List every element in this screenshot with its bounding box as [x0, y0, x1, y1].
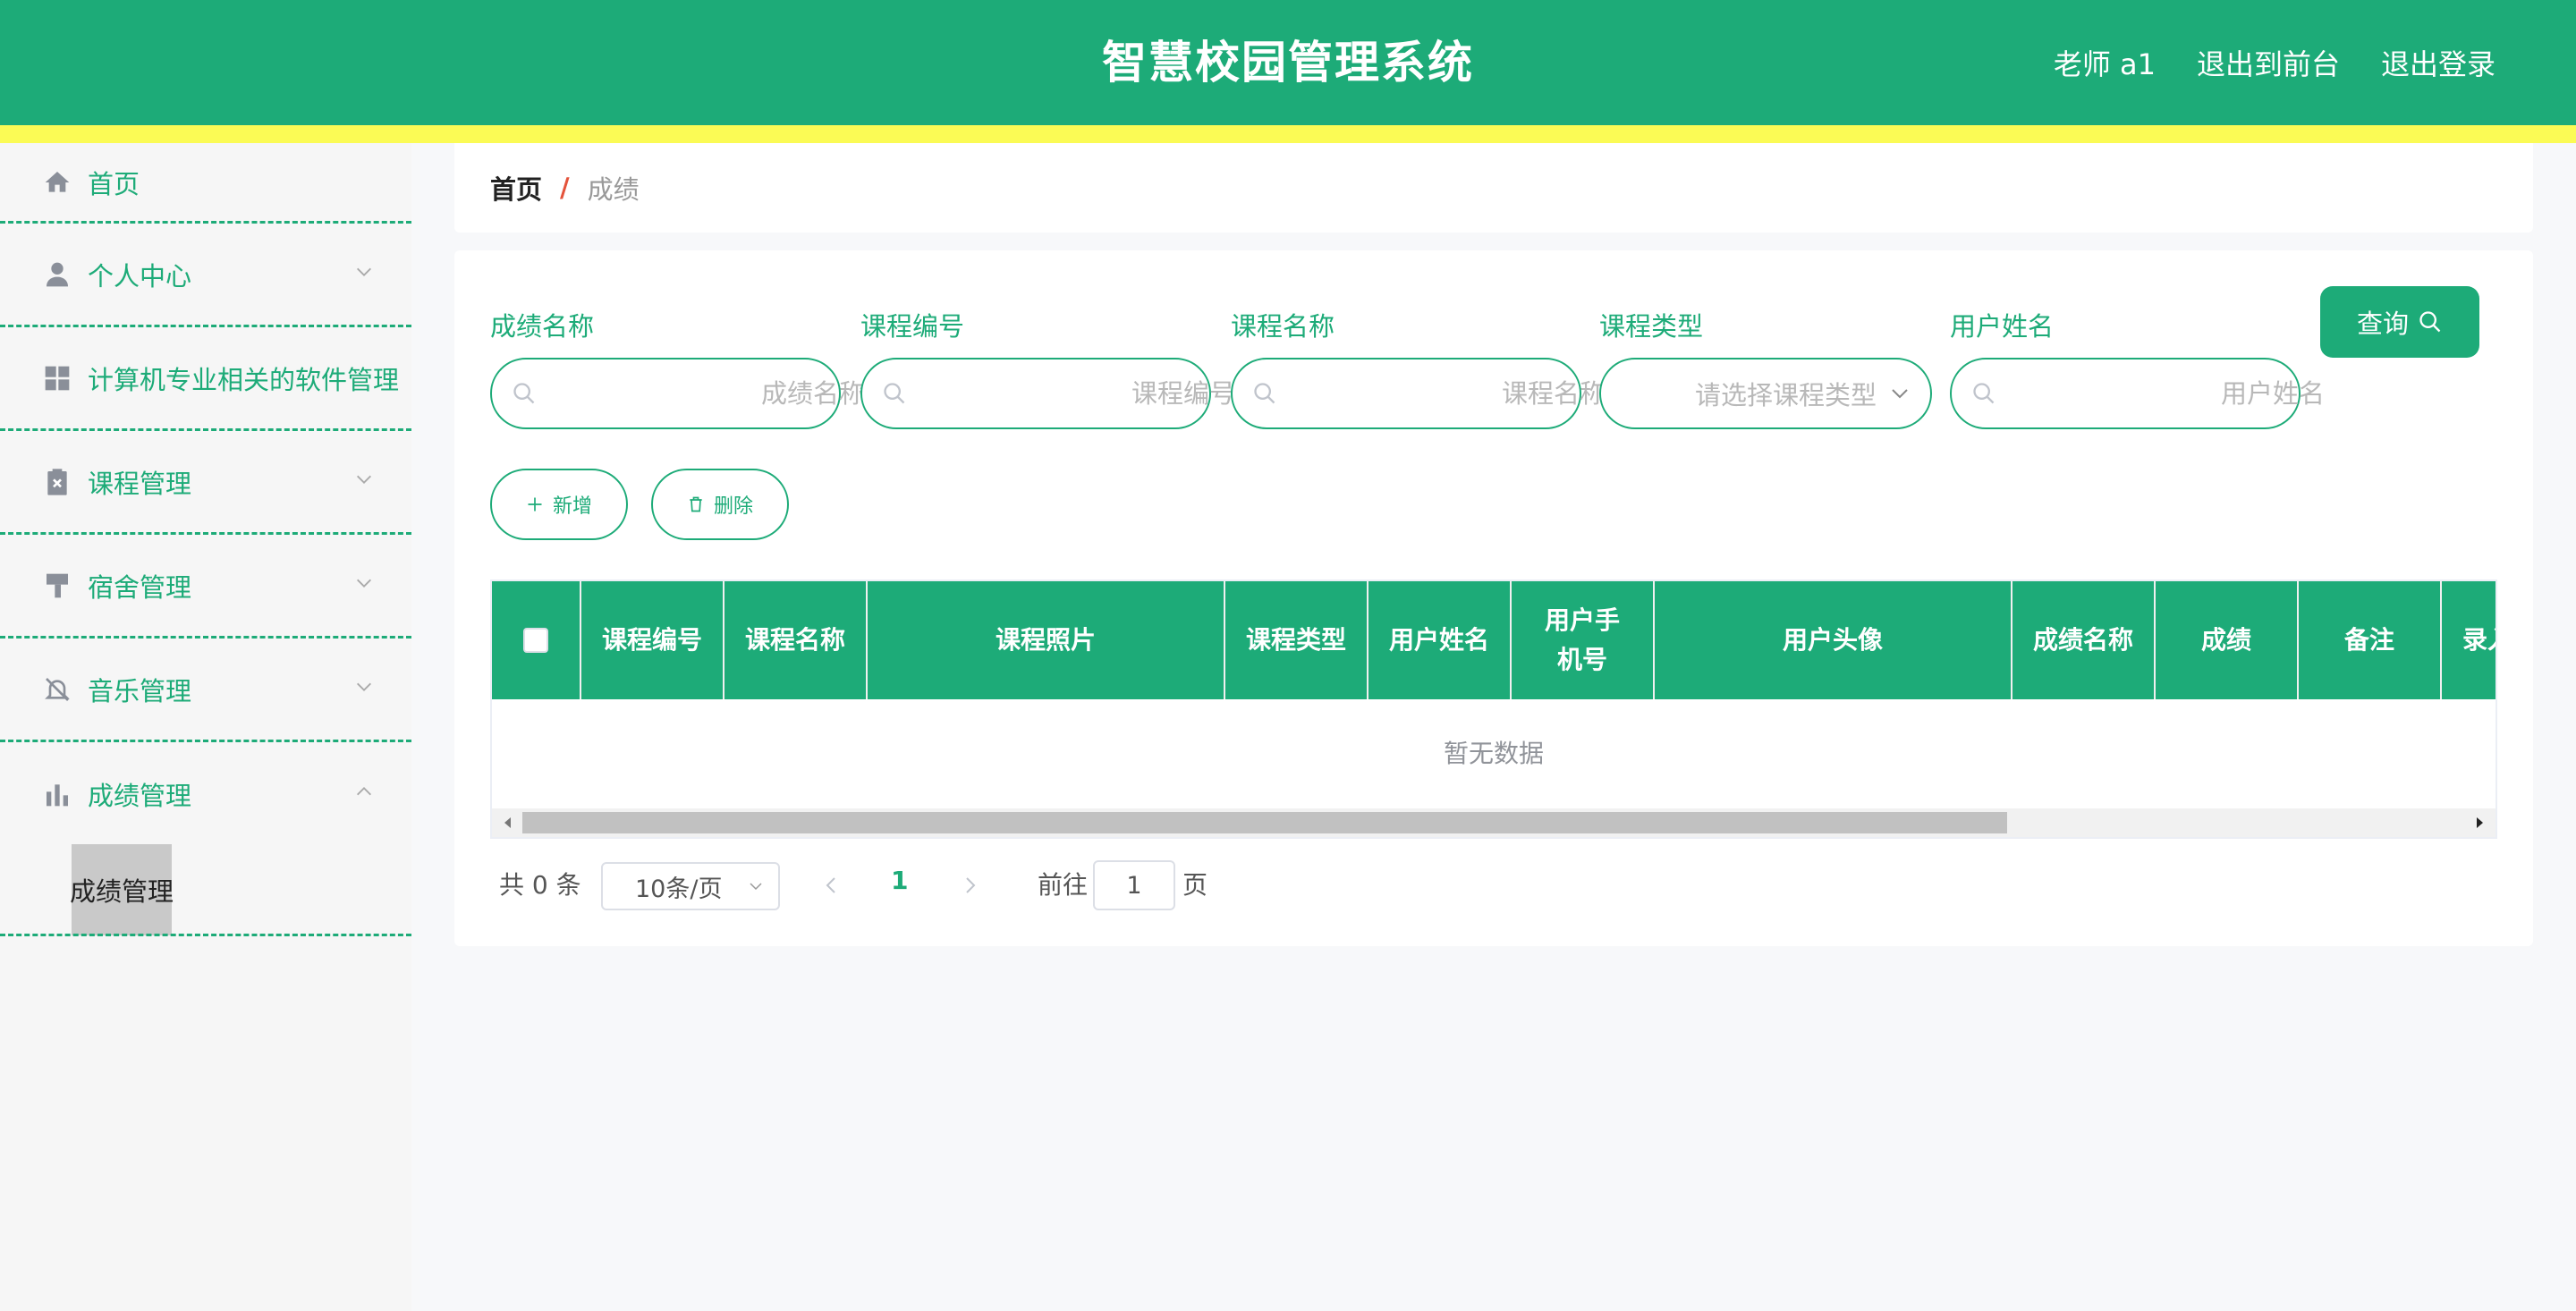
horizontal-scrollbar[interactable]	[492, 808, 2496, 837]
table-header-cell: 录入时间	[2442, 581, 2496, 699]
sidebar-item-label: 成绩管理	[88, 781, 192, 811]
bell-off-icon	[45, 677, 70, 701]
page-size-select[interactable]: 10条/页	[601, 862, 780, 910]
breadcrumb-home[interactable]: 首页	[490, 169, 542, 207]
add-button[interactable]: 新增	[490, 469, 628, 540]
sidebar-item-label: 计算机专业相关的软件管理	[88, 364, 400, 395]
user-icon	[47, 262, 68, 286]
chevron-down-icon	[357, 579, 371, 588]
sidebar-item-label: 宿舍管理	[88, 571, 192, 603]
sidebar-item-personal-center[interactable]: 个人中心	[0, 224, 411, 327]
brush-icon	[47, 573, 68, 597]
page-number-current[interactable]: 1	[891, 866, 908, 895]
chevron-down-icon	[357, 267, 371, 276]
chevron-down-icon	[357, 682, 371, 691]
grade-name-label: 成绩名称	[490, 311, 595, 342]
user-name-input-wrapper	[1950, 358, 2325, 429]
chevron-down-icon	[1892, 389, 1908, 399]
table-header-cell: 用户姓名	[1368, 581, 1512, 699]
header-stripe	[0, 125, 2576, 143]
query-button-label: 查询	[2356, 309, 2409, 339]
grade-name-input-wrapper	[490, 358, 865, 429]
table-header-cell: 备注	[2299, 581, 2442, 699]
clipboard-icon	[47, 468, 67, 495]
table-header-cell: 成绩	[2156, 581, 2299, 699]
bar-chart-icon	[47, 784, 68, 807]
delete-button-label: 删除	[713, 495, 753, 518]
grade-name-input[interactable]	[537, 378, 865, 409]
search-icon	[884, 383, 905, 404]
pagination-total: 共 0 条	[499, 870, 581, 900]
scroll-left-icon[interactable]	[501, 816, 515, 830]
sidebar-item-label: 课程管理	[88, 468, 192, 499]
prev-page-icon[interactable]	[821, 875, 843, 896]
search-icon	[2419, 311, 2441, 333]
search-icon	[513, 383, 535, 404]
course-code-label: 课程编号	[860, 311, 965, 342]
grid-icon	[45, 366, 70, 390]
table-header-cell: 课程类型	[1225, 581, 1368, 699]
next-page-icon[interactable]	[959, 875, 980, 896]
scrollbar-thumb[interactable]	[522, 812, 2007, 833]
table-header-cell: 课程编号	[581, 581, 724, 699]
breadcrumb-separator: /	[560, 173, 570, 203]
table-header-cell: 课程名称	[724, 581, 868, 699]
user-name-label: 用户姓名	[1950, 311, 2055, 342]
current-user: 老师 a1	[2053, 47, 2156, 81]
breadcrumb-current: 成绩	[587, 174, 640, 205]
goto-label: 前往	[1038, 870, 1089, 900]
scroll-right-icon[interactable]	[2472, 816, 2487, 830]
course-code-input-wrapper	[860, 358, 1235, 429]
query-button[interactable]: 查询	[2320, 286, 2479, 358]
logout-link[interactable]: 退出登录	[2381, 42, 2496, 83]
course-name-input-wrapper	[1231, 358, 1606, 429]
select-all-cell	[492, 581, 581, 699]
header-actions: 老师 a1 退出到前台 退出登录	[2054, 0, 2496, 125]
page-size-value: 10条/页	[635, 875, 723, 903]
sidebar-item-label: 个人中心	[88, 260, 192, 292]
grade-table: 课程编号 课程名称 课程照片 课程类型 用户姓名 用户手机号 用户头像 成绩名称…	[490, 579, 2497, 839]
sidebar-item-home[interactable]: 首页	[0, 143, 411, 224]
sidebar-item-grade-management[interactable]: 成绩管理	[0, 742, 411, 846]
delete-button[interactable]: 删除	[651, 469, 789, 540]
course-type-placeholder: 请选择课程类型	[1694, 380, 1877, 410]
search-icon	[1973, 383, 1995, 404]
chevron-down-icon	[750, 883, 762, 891]
course-code-input[interactable]	[907, 378, 1235, 409]
add-button-label: 新增	[552, 495, 592, 518]
chevron-down-icon	[357, 475, 371, 484]
top-header: 智慧校园管理系统 老师 a1 退出到前台 退出登录	[0, 0, 2576, 125]
select-all-checkbox[interactable]	[523, 628, 548, 653]
breadcrumb: 首页 / 成绩	[454, 143, 2533, 233]
sidebar-item-music-management[interactable]: 音乐管理	[0, 639, 411, 742]
goto-page-input[interactable]	[1093, 860, 1175, 910]
sidebar: 首页 个人中心 计算机专业相关的软件管理 课程管理 宿舍管理 音乐管理 成绩管理…	[0, 143, 411, 1311]
course-type-label: 课程类型	[1599, 311, 1704, 342]
page-unit-label: 页	[1182, 870, 1208, 900]
sidebar-divider	[0, 934, 411, 936]
chevron-up-icon	[357, 787, 371, 796]
plus-icon	[528, 497, 542, 512]
sidebar-item-dorm-management[interactable]: 宿舍管理	[0, 535, 411, 639]
sidebar-item-label: 首页	[88, 168, 140, 199]
table-header: 课程编号 课程名称 课程照片 课程类型 用户姓名 用户手机号 用户头像 成绩名称…	[492, 581, 2496, 699]
course-name-label: 课程名称	[1231, 311, 1335, 342]
table-header-cell: 用户头像	[1655, 581, 2012, 699]
home-icon	[45, 171, 70, 192]
trash-icon	[690, 496, 702, 512]
sidebar-item-software-management[interactable]: 计算机专业相关的软件管理	[0, 327, 411, 431]
sidebar-item-course-management[interactable]: 课程管理	[0, 431, 411, 535]
table-header-cell: 成绩名称	[2012, 581, 2156, 699]
user-name-input[interactable]	[1996, 378, 2325, 409]
table-empty-text: 暂无数据	[1443, 739, 1544, 768]
course-name-input[interactable]	[1277, 378, 1606, 409]
course-type-select[interactable]: 请选择课程类型	[1599, 358, 1932, 429]
table-header-cell: 课程照片	[868, 581, 1225, 699]
sidebar-item-label: 音乐管理	[88, 675, 192, 706]
sidebar-subitem-grade-management[interactable]: 成绩管理	[70, 844, 174, 935]
search-icon	[1254, 383, 1275, 404]
table-header-cell: 用户手机号	[1512, 581, 1655, 699]
exit-to-front-link[interactable]: 退出到前台	[2197, 42, 2340, 83]
